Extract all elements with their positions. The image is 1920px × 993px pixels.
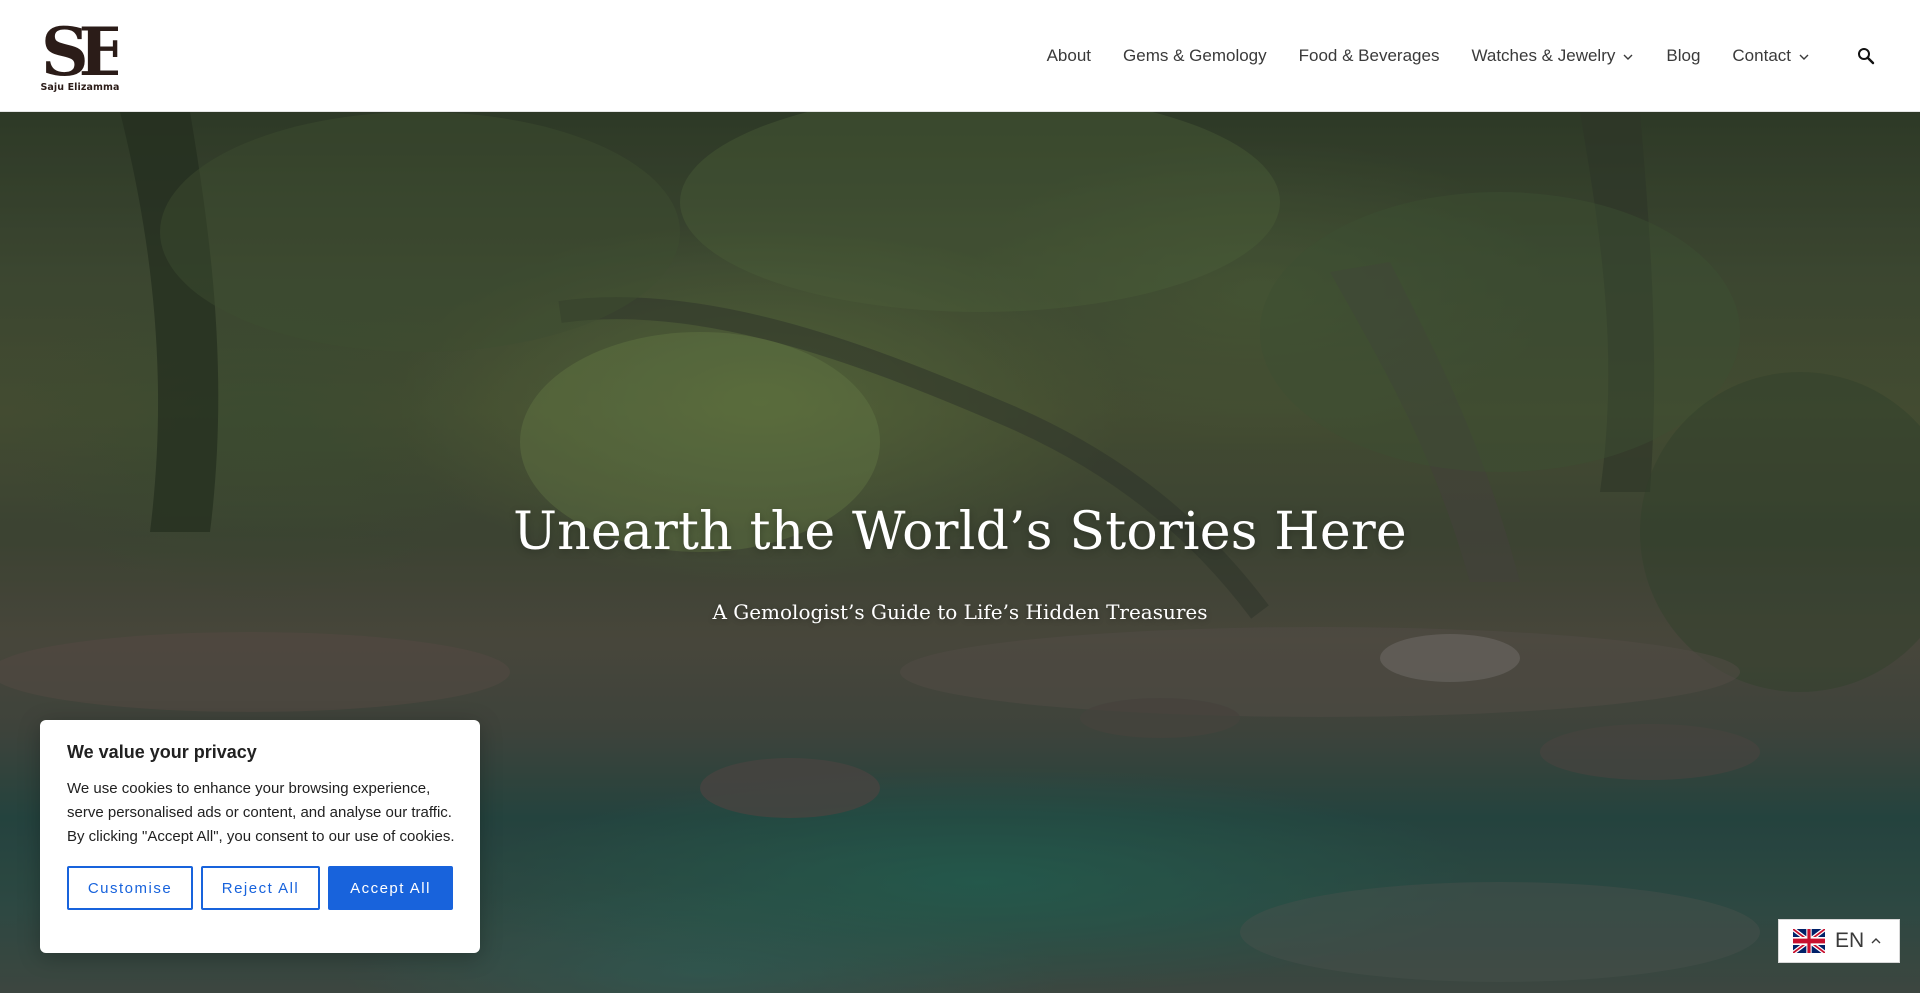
logo-caption: Saju Elizamma <box>40 81 120 93</box>
reject-all-button[interactable]: Reject All <box>201 866 320 910</box>
chevron-down-icon <box>1623 54 1633 60</box>
hero-content: Unearth the World’s Stories Here A Gemol… <box>0 502 1920 624</box>
chevron-up-icon <box>1871 938 1881 944</box>
nav-item-label: Blog <box>1666 45 1701 65</box>
uk-flag-icon <box>1793 929 1825 953</box>
site-header: SE Saju Elizamma About Gems & Gemology F… <box>0 0 1920 112</box>
logo-mark: SE <box>42 19 118 81</box>
accept-all-button[interactable]: Accept All <box>328 866 453 910</box>
chevron-down-icon <box>1799 54 1809 60</box>
svg-text:SE: SE <box>42 19 118 81</box>
nav-item-watches-jewelry[interactable]: Watches & Jewelry <box>1455 0 1650 112</box>
nav-item-blog[interactable]: Blog <box>1650 0 1716 112</box>
cookie-description: We use cookies to enhance your browsing … <box>67 780 455 845</box>
nav-item-label: Watches & Jewelry <box>1471 45 1616 65</box>
site-logo[interactable]: SE Saju Elizamma <box>40 19 120 93</box>
main-nav: About Gems & Gemology Food & Beverages W… <box>1031 0 1886 112</box>
cookie-consent-banner: We value your privacy We use cookies to … <box>40 720 480 953</box>
nav-item-label: Food & Beverages <box>1298 45 1440 65</box>
hero-subtitle: A Gemologist’s Guide to Life’s Hidden Tr… <box>712 600 1208 624</box>
nav-item-label: Contact <box>1732 45 1791 65</box>
nav-item-contact[interactable]: Contact <box>1716 0 1826 112</box>
hero-title: Unearth the World’s Stories Here <box>513 502 1407 562</box>
cookie-buttons: Customise Reject All Accept All <box>67 866 453 910</box>
nav-item-label: Gems & Gemology <box>1123 45 1267 65</box>
nav-item-label: About <box>1046 45 1092 65</box>
language-switcher[interactable]: EN <box>1778 919 1900 963</box>
search-icon <box>1858 47 1875 64</box>
customise-button[interactable]: Customise <box>67 866 193 910</box>
cookie-title: We value your privacy <box>67 742 257 762</box>
language-code: EN <box>1835 929 1865 952</box>
nav-item-about[interactable]: About <box>1031 0 1107 112</box>
nav-item-food-beverages[interactable]: Food & Beverages <box>1283 0 1456 112</box>
nav-item-gems-gemology[interactable]: Gems & Gemology <box>1107 0 1283 112</box>
search-button[interactable] <box>1846 36 1886 76</box>
